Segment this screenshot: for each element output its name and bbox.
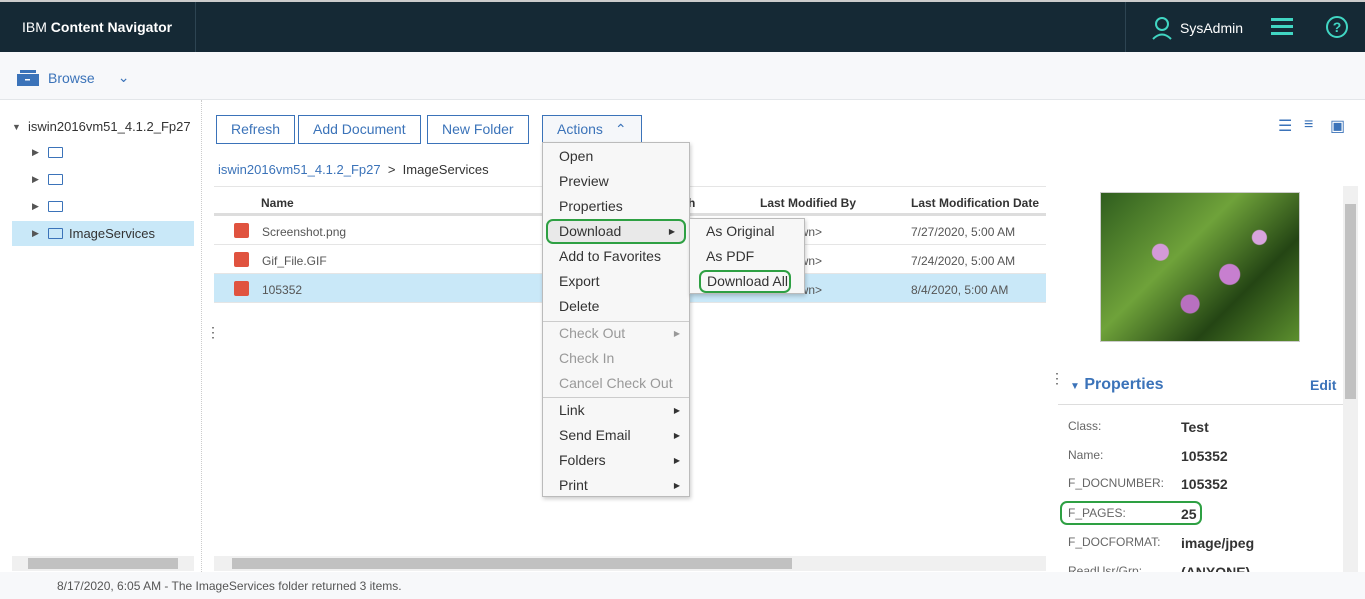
caret-right-icon[interactable]: ▶ [32, 228, 42, 239]
menu-item-download-all[interactable]: Download All [699, 270, 791, 293]
image-file-icon [234, 223, 249, 238]
submenu-arrow-icon: ▶ [673, 481, 680, 490]
menu-item-properties[interactable]: Properties [543, 194, 689, 219]
status-bar: 8/17/2020, 6:05 AM - The ImageServices f… [0, 572, 1365, 599]
new-folder-button[interactable]: New Folder [427, 115, 529, 144]
divider [1125, 2, 1126, 52]
tree-folder[interactable]: ▶ [32, 140, 63, 165]
user-icon [1152, 17, 1172, 40]
menu-item-print[interactable]: Print ▶ [543, 473, 689, 498]
refresh-button[interactable]: Refresh [216, 115, 296, 144]
hamburger-menu-icon[interactable] [1271, 18, 1293, 36]
menu-item-export[interactable]: Export [543, 269, 689, 294]
submenu-arrow-icon: ▶ [673, 456, 680, 465]
chevron-down-icon[interactable]: ⌄ [118, 69, 130, 86]
user-menu[interactable]: SysAdmin [1152, 16, 1243, 40]
column-modified-date[interactable]: Last Modification Date [911, 196, 1039, 210]
image-file-icon [234, 252, 249, 267]
caret-down-icon: ▼ [1070, 381, 1080, 392]
filmstrip-view-icon[interactable]: ▣ [1330, 116, 1345, 136]
menu-item-link[interactable]: Link ▶ [543, 398, 689, 423]
menu-item-delete[interactable]: Delete [543, 294, 689, 319]
grid-horizontal-scrollbar[interactable] [214, 556, 1046, 571]
splitter-handle[interactable]: ⋮ [206, 325, 220, 339]
properties-header[interactable]: ▼ Properties [1070, 376, 1164, 394]
tree-root[interactable]: ▼ iswin2016vm51_4.1.2_Fp27 [12, 114, 191, 139]
menu-item-send-email[interactable]: Send Email ▶ [543, 423, 689, 448]
folder-tree: ▼ iswin2016vm51_4.1.2_Fp27 ▶ ▶ ▶ ▶ ImageSe… [0, 100, 202, 572]
menu-item-open[interactable]: Open [543, 144, 689, 169]
tree-horizontal-scrollbar[interactable] [12, 556, 194, 571]
download-submenu: As Original As PDF Download All [689, 218, 805, 294]
details-view-icon[interactable]: ☰ [1278, 116, 1292, 136]
menu-item-download[interactable]: Download ▶ [546, 219, 686, 244]
folder-icon [48, 228, 63, 239]
menu-item-check-out: Check Out ▶ [543, 321, 689, 346]
chevron-up-icon: ⌃ [614, 121, 627, 137]
actions-button[interactable]: Actions ⌃ [542, 115, 642, 144]
menu-item-cancel-check-out: Cancel Check Out [559, 375, 673, 391]
tree-folder-imageservices[interactable]: ▶ ImageServices [12, 221, 194, 246]
document-thumbnail [1100, 192, 1300, 342]
caret-right-icon[interactable]: ▶ [32, 174, 42, 185]
folder-icon [48, 174, 63, 185]
menu-item-check-in: Check In [559, 350, 615, 366]
tree-view-icon[interactable]: ≡ [1304, 116, 1313, 134]
feature-bar: Browse ⌄ [0, 52, 1365, 100]
caret-right-icon[interactable]: ▶ [32, 201, 42, 212]
breadcrumb-link[interactable]: iswin2016vm51_4.1.2_Fp27 [218, 162, 381, 177]
menu-item-as-pdf[interactable]: As PDF [690, 244, 804, 269]
menu-item-as-original[interactable]: As Original [690, 219, 804, 244]
tree-folder[interactable]: ▶ [32, 167, 63, 192]
menu-item-preview[interactable]: Preview [543, 169, 689, 194]
app-logo: IBM Content Navigator [22, 19, 173, 35]
tree-folder[interactable]: ▶ [32, 194, 63, 219]
divider [1058, 404, 1343, 405]
divider [195, 2, 196, 52]
edit-link[interactable]: Edit [1310, 377, 1336, 393]
submenu-arrow-icon: ▶ [673, 329, 680, 338]
top-bar: IBM Content Navigator SysAdmin ? [0, 0, 1365, 52]
submenu-arrow-icon: ▶ [673, 431, 680, 440]
properties-vertical-scrollbar[interactable] [1343, 186, 1358, 572]
splitter-handle[interactable]: ⋮ [1050, 371, 1064, 385]
properties-pane: ▼ Properties Edit Class: Test Name: 105352… [1058, 186, 1343, 580]
browse-icon [17, 69, 39, 86]
caret-down-icon[interactable]: ▼ [12, 122, 22, 132]
breadcrumb: iswin2016vm51_4.1.2_Fp27 > ImageServices [218, 162, 489, 177]
caret-right-icon[interactable]: ▶ [32, 147, 42, 158]
folder-icon [48, 201, 63, 212]
help-icon[interactable]: ? [1326, 16, 1348, 38]
image-file-icon [234, 281, 249, 296]
menu-item-add-to-favorites[interactable]: Add to Favorites [543, 244, 689, 269]
folder-icon [48, 147, 63, 158]
column-modified-by[interactable]: Last Modified By [760, 196, 856, 210]
actions-context-menu: Open Preview Properties Download ▶ Add to… [542, 142, 690, 497]
add-document-button[interactable]: Add Document [298, 115, 421, 144]
column-name[interactable]: Name [261, 196, 294, 210]
feature-selector[interactable]: Browse ⌄ [17, 69, 129, 86]
submenu-arrow-icon: ▶ [668, 227, 675, 236]
menu-item-folders[interactable]: Folders ▶ [543, 448, 689, 473]
submenu-arrow-icon: ▶ [673, 406, 680, 415]
